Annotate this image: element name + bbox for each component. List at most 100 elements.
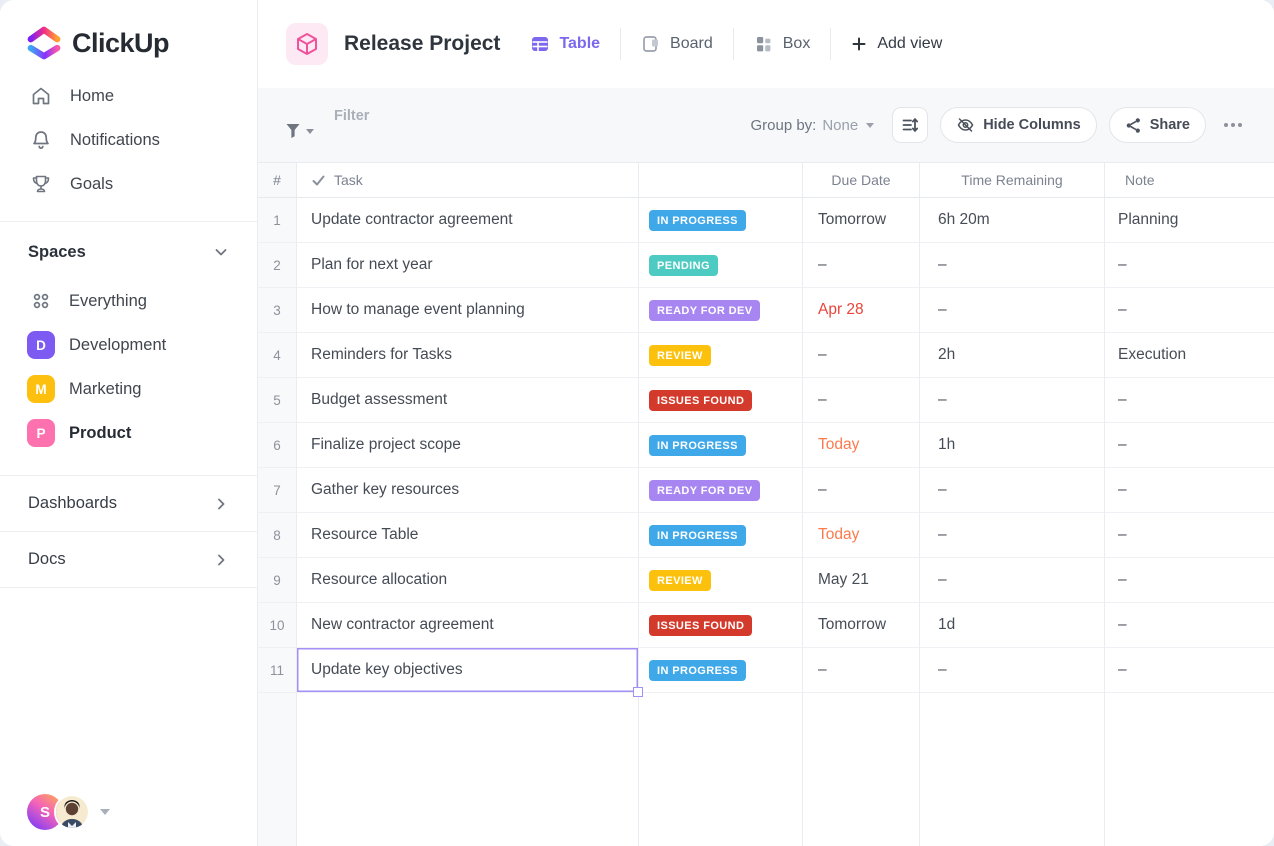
table-row[interactable]: 4 Reminders for Tasks REVIEW – 2h Execut…: [258, 333, 1274, 378]
tab-table[interactable]: Table: [530, 34, 600, 54]
status-cell[interactable]: PENDING: [639, 243, 803, 288]
user-menu-caret-icon[interactable]: [100, 809, 110, 815]
status-cell[interactable]: REVIEW: [639, 333, 803, 378]
status-badge[interactable]: IN PROGRESS: [649, 660, 746, 681]
more-options-button[interactable]: [1222, 117, 1244, 133]
task-cell[interactable]: Budget assessment: [297, 378, 639, 423]
tab-board[interactable]: Board: [641, 34, 713, 54]
status-badge[interactable]: ISSUES FOUND: [649, 390, 752, 411]
task-cell[interactable]: Update contractor agreement: [297, 198, 639, 243]
add-view-button[interactable]: Add view: [851, 35, 942, 53]
spaces-header[interactable]: Spaces: [0, 230, 257, 274]
due-date-cell[interactable]: –: [803, 378, 920, 423]
time-remaining-cell[interactable]: –: [920, 558, 1105, 603]
task-cell[interactable]: New contractor agreement: [297, 603, 639, 648]
status-badge[interactable]: IN PROGRESS: [649, 210, 746, 231]
note-cell[interactable]: –: [1105, 558, 1274, 603]
tab-box[interactable]: Box: [754, 34, 811, 54]
column-header-num[interactable]: #: [258, 163, 297, 198]
group-by-dropdown[interactable]: Group by: None: [750, 117, 874, 134]
note-cell[interactable]: –: [1105, 648, 1274, 693]
due-date-cell[interactable]: Today: [803, 513, 920, 558]
table-row[interactable]: 1 Update contractor agreement IN PROGRES…: [258, 198, 1274, 243]
status-badge[interactable]: IN PROGRESS: [649, 525, 746, 546]
time-remaining-cell[interactable]: –: [920, 468, 1105, 513]
status-cell[interactable]: IN PROGRESS: [639, 513, 803, 558]
note-cell[interactable]: –: [1105, 603, 1274, 648]
task-cell[interactable]: How to manage event planning: [297, 288, 639, 333]
sidebar-item-development[interactable]: D Development: [0, 323, 257, 367]
column-header-due-date[interactable]: Due Date: [803, 163, 920, 198]
status-badge[interactable]: IN PROGRESS: [649, 435, 746, 456]
status-cell[interactable]: ISSUES FOUND: [639, 378, 803, 423]
task-cell[interactable]: Plan for next year: [297, 243, 639, 288]
time-remaining-cell[interactable]: 2h: [920, 333, 1105, 378]
note-cell[interactable]: –: [1105, 288, 1274, 333]
sidebar-item-home[interactable]: Home: [0, 74, 257, 118]
sidebar-item-dashboards[interactable]: Dashboards: [0, 476, 257, 531]
share-button[interactable]: Share: [1109, 107, 1206, 143]
time-remaining-cell[interactable]: –: [920, 378, 1105, 423]
due-date-cell[interactable]: –: [803, 648, 920, 693]
time-remaining-cell[interactable]: –: [920, 648, 1105, 693]
status-cell[interactable]: IN PROGRESS: [639, 198, 803, 243]
table-row[interactable]: 8 Resource Table IN PROGRESS Today – –: [258, 513, 1274, 558]
task-cell[interactable]: Gather key resources: [297, 468, 639, 513]
status-cell[interactable]: ISSUES FOUND: [639, 603, 803, 648]
due-date-cell[interactable]: Today: [803, 423, 920, 468]
status-badge[interactable]: READY FOR DEV: [649, 300, 760, 321]
task-cell[interactable]: Reminders for Tasks: [297, 333, 639, 378]
sort-button[interactable]: [892, 107, 928, 143]
time-remaining-cell[interactable]: 6h 20m: [920, 198, 1105, 243]
time-remaining-cell[interactable]: –: [920, 288, 1105, 333]
status-badge[interactable]: READY FOR DEV: [649, 480, 760, 501]
table-row[interactable]: 6 Finalize project scope IN PROGRESS Tod…: [258, 423, 1274, 468]
due-date-cell[interactable]: –: [803, 333, 920, 378]
note-cell[interactable]: –: [1105, 513, 1274, 558]
table-row[interactable]: 3 How to manage event planning READY FOR…: [258, 288, 1274, 333]
note-cell[interactable]: –: [1105, 378, 1274, 423]
sidebar-item-notifications[interactable]: Notifications: [0, 118, 257, 162]
time-remaining-cell[interactable]: 1d: [920, 603, 1105, 648]
task-cell[interactable]: Finalize project scope: [297, 423, 639, 468]
note-cell[interactable]: Planning: [1105, 198, 1274, 243]
due-date-cell[interactable]: Apr 28: [803, 288, 920, 333]
due-date-cell[interactable]: May 21: [803, 558, 920, 603]
table-row[interactable]: 9 Resource allocation REVIEW May 21 – –: [258, 558, 1274, 603]
time-remaining-cell[interactable]: –: [920, 513, 1105, 558]
sidebar-item-goals[interactable]: Goals: [0, 162, 257, 206]
status-badge[interactable]: REVIEW: [649, 345, 711, 366]
due-date-cell[interactable]: –: [803, 468, 920, 513]
task-cell[interactable]: Resource Table: [297, 513, 639, 558]
due-date-cell[interactable]: Tomorrow: [803, 603, 920, 648]
sidebar-item-docs[interactable]: Docs: [0, 532, 257, 587]
time-remaining-cell[interactable]: 1h: [920, 423, 1105, 468]
task-cell[interactable]: Update key objectives: [297, 648, 639, 693]
note-cell[interactable]: –: [1105, 243, 1274, 288]
task-cell[interactable]: Resource allocation: [297, 558, 639, 603]
time-remaining-cell[interactable]: –: [920, 243, 1105, 288]
table-row[interactable]: 7 Gather key resources READY FOR DEV – –…: [258, 468, 1274, 513]
user-photo-avatar[interactable]: [54, 794, 90, 830]
status-cell[interactable]: READY FOR DEV: [639, 288, 803, 333]
column-header-note[interactable]: Note: [1105, 163, 1274, 198]
status-cell[interactable]: IN PROGRESS: [639, 648, 803, 693]
due-date-cell[interactable]: –: [803, 243, 920, 288]
sidebar-item-marketing[interactable]: M Marketing: [0, 367, 257, 411]
hide-columns-button[interactable]: Hide Columns: [940, 107, 1096, 143]
table-row[interactable]: 11 Update key objectives IN PROGRESS – –…: [258, 648, 1274, 693]
note-cell[interactable]: –: [1105, 423, 1274, 468]
clickup-logo[interactable]: ClickUp: [0, 0, 257, 60]
filter-button[interactable]: Filter: [285, 117, 369, 133]
status-cell[interactable]: READY FOR DEV: [639, 468, 803, 513]
status-cell[interactable]: IN PROGRESS: [639, 423, 803, 468]
status-cell[interactable]: REVIEW: [639, 558, 803, 603]
status-badge[interactable]: REVIEW: [649, 570, 711, 591]
table-row[interactable]: 5 Budget assessment ISSUES FOUND – – –: [258, 378, 1274, 423]
status-badge[interactable]: PENDING: [649, 255, 718, 276]
note-cell[interactable]: Execution: [1105, 333, 1274, 378]
note-cell[interactable]: –: [1105, 468, 1274, 513]
column-header-status[interactable]: [639, 163, 803, 198]
sidebar-item-product[interactable]: P Product: [0, 411, 257, 455]
table-row[interactable]: 2 Plan for next year PENDING – – –: [258, 243, 1274, 288]
